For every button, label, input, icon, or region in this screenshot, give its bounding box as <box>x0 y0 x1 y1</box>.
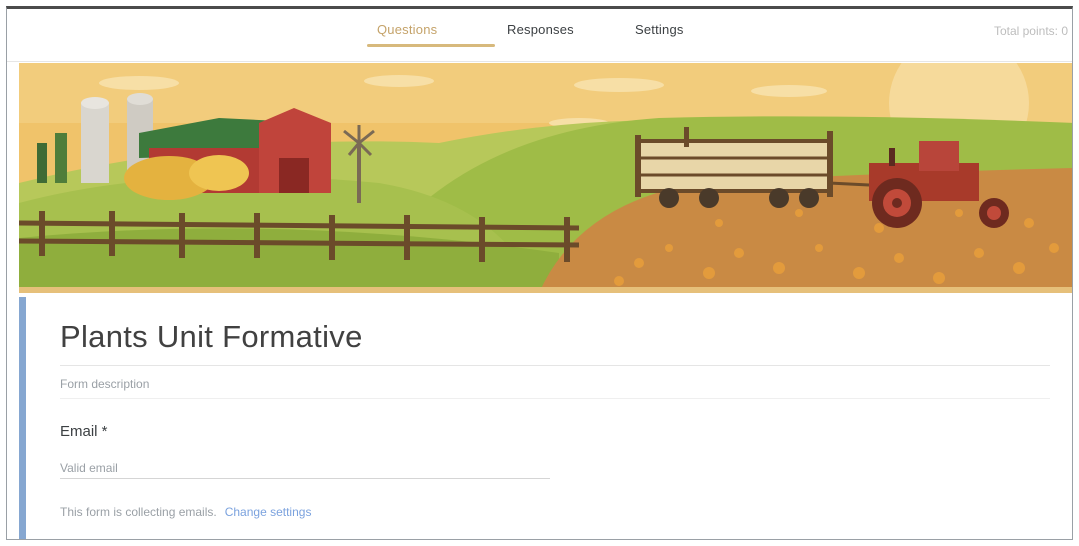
form-editor-window: Questions Responses Settings Total point… <box>6 6 1073 540</box>
collecting-emails-note: This form is collecting emails. Change se… <box>60 505 311 519</box>
farm-banner-illustration <box>19 63 1072 293</box>
change-settings-link[interactable]: Change settings <box>225 505 312 519</box>
description-divider <box>60 398 1050 399</box>
active-tab-indicator <box>367 44 495 47</box>
email-question-label: Email * <box>60 423 108 440</box>
form-description-field[interactable]: Form description <box>60 377 149 391</box>
collecting-emails-text: This form is collecting emails. <box>60 505 217 519</box>
tab-settings[interactable]: Settings <box>635 22 684 37</box>
form-header-card: Plants Unit Formative Form description E… <box>19 297 1072 539</box>
form-header-banner <box>19 63 1072 301</box>
email-field[interactable] <box>60 457 550 479</box>
editor-tab-bar: Questions Responses Settings Total point… <box>7 9 1072 62</box>
tab-responses[interactable]: Responses <box>507 22 574 37</box>
form-title[interactable]: Plants Unit Formative <box>60 319 363 355</box>
total-points-label: Total points: 0 <box>993 24 1068 38</box>
tab-questions[interactable]: Questions <box>377 22 437 37</box>
title-divider <box>60 365 1050 366</box>
